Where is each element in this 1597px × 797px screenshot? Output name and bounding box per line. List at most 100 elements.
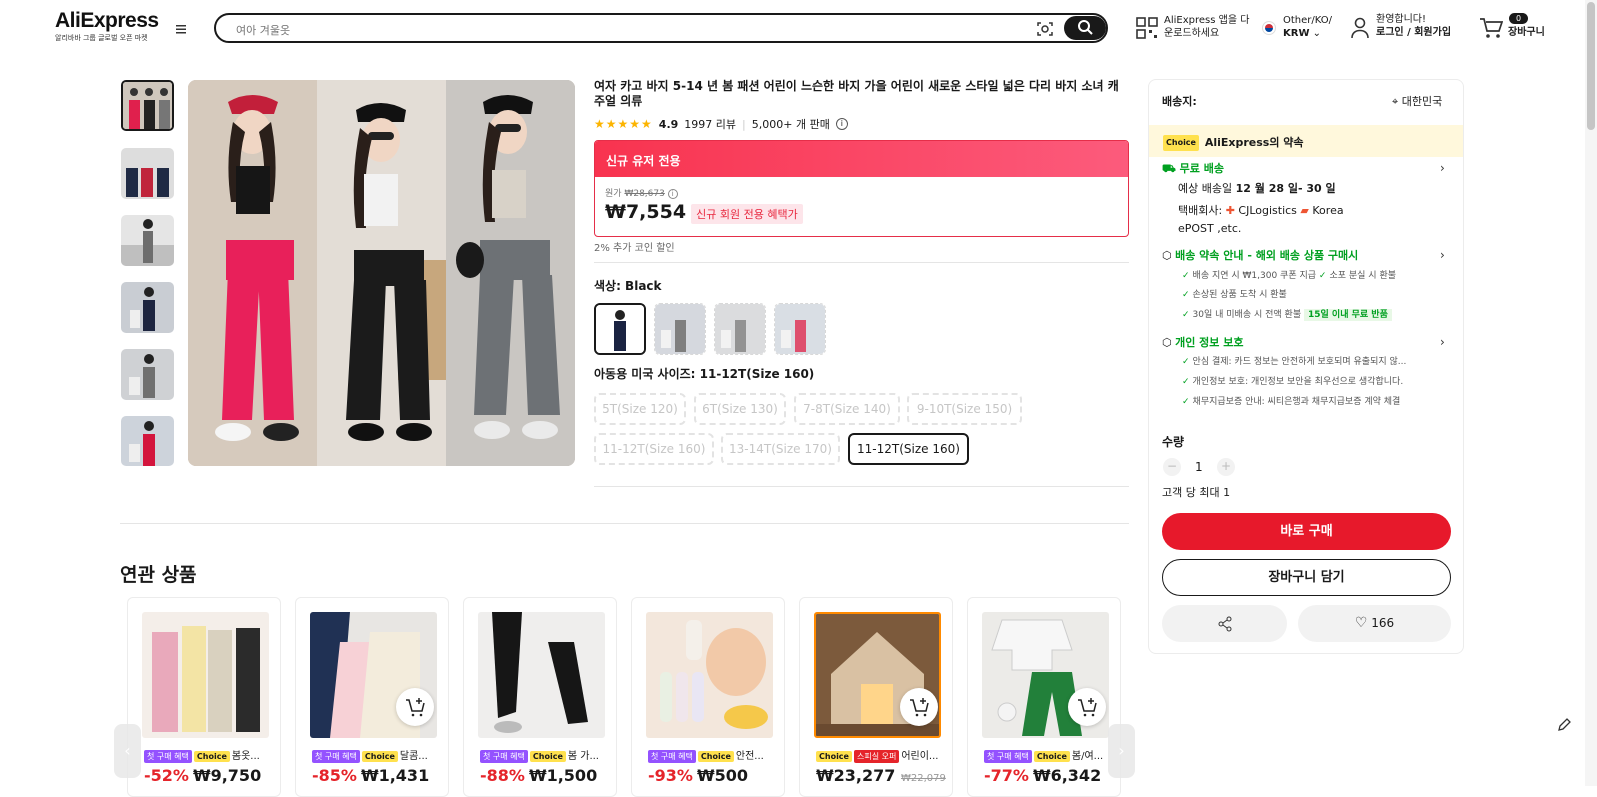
delivery-guarantee-row[interactable]: ⬡ 배송 약속 안내 - 해외 배송 상품 구매시 (1162, 249, 1358, 263)
chevron-right-icon[interactable]: › (1440, 161, 1445, 175)
privacy-item: ✓ 개인정보 보호: 개인정보 보안을 최우선으로 생각합니다. (1182, 377, 1404, 387)
ship-to-selector[interactable]: ⌖ 대한민국 (1392, 95, 1442, 109)
rating-value: 4.9 (658, 117, 679, 131)
product-card[interactable]: 첫 구매 혜택 Choice 봄옷... -52% ₩9,750 (127, 597, 281, 797)
product-title: 여자 카고 바지 5-14 년 봄 패션 어린이 느슨한 바지 가을 어린이 새… (594, 79, 1119, 108)
size-option[interactable]: 5T(Size 120) (594, 393, 686, 425)
related-products-title: 연관 상품 (120, 564, 197, 586)
product-card-tags: 첫 구매 혜택 Choice 봄/여... (984, 747, 1120, 763)
color-swatch-gray[interactable] (654, 303, 706, 355)
share-button[interactable] (1162, 605, 1287, 642)
aliexpress-logo[interactable]: AliExpress (55, 9, 159, 33)
user-icon[interactable] (1350, 17, 1370, 39)
product-card[interactable]: 첫 구매 혜택 Choice 안전... -93% ₩500 (631, 597, 785, 797)
buy-now-button[interactable]: 바로 구매 (1162, 513, 1451, 550)
sold-count: 5,000+ 개 판매 (751, 118, 830, 131)
add-to-cart-button[interactable] (396, 688, 434, 726)
promo-header: 신규 유저 전용 (595, 141, 1128, 177)
check-icon: ✓ (1182, 397, 1190, 407)
edit-icon[interactable] (1556, 717, 1572, 733)
main-product-image[interactable] (188, 80, 575, 466)
gallery-thumbnail[interactable] (121, 282, 174, 333)
gallery-thumbnail[interactable] (121, 148, 174, 199)
size-option[interactable]: 9-10T(Size 150) (907, 393, 1022, 425)
product-card[interactable]: 첫 구매 혜택 Choice 봄 가... -88% ₩1,500 (463, 597, 617, 797)
chevron-right-icon[interactable]: › (1440, 248, 1445, 262)
choice-promise: Choice AliExpress의 약속 (1163, 135, 1304, 151)
logo-subtitle: 알리바바 그룹 글로벌 오픈 마켓 (55, 34, 148, 42)
product-card-image[interactable] (478, 612, 605, 738)
color-swatch-gray-2[interactable] (714, 303, 766, 355)
chevron-down-icon: ⌄ (1309, 28, 1322, 39)
size-option-selected[interactable]: 11-12T(Size 160) (848, 433, 969, 465)
add-to-cart-button[interactable] (900, 688, 938, 726)
image-search-icon[interactable] (1035, 19, 1055, 39)
coin-discount-note: 2% 추가 코인 할인 (594, 243, 675, 254)
page-scrollbar[interactable] (1585, 0, 1597, 786)
size-option[interactable]: 11-12T(Size 160) (594, 433, 714, 465)
add-cart-icon (910, 698, 929, 717)
header: AliExpress 알리바바 그룹 글로벌 오픈 마켓 AliExpress … (0, 0, 1597, 58)
product-card-price: -85% ₩1,431 (312, 766, 430, 785)
gallery-thumbnail[interactable] (121, 349, 174, 400)
product-card-tags: 첫 구매 혜택 Choice 달콤... (312, 747, 448, 763)
divider (594, 262, 1129, 263)
region-currency-selector[interactable]: Other/KO/ KRW ⌄ (1283, 14, 1332, 40)
menu-icon[interactable] (174, 22, 188, 36)
privacy-item: ✓ 채무지급보증 안내: 씨티은행과 채무지급보증 계약 체결 (1182, 397, 1401, 407)
quantity-decrease-button[interactable]: − (1163, 458, 1181, 476)
size-option[interactable]: 6T(Size 130) (694, 393, 786, 425)
carousel-prev-button[interactable]: ‹ (114, 724, 141, 778)
free-shipping-row[interactable]: ⛟ 무료 배송 (1162, 162, 1224, 176)
product-card-price: -93% ₩500 (648, 766, 748, 785)
scrollbar-thumb[interactable] (1587, 2, 1595, 130)
add-to-cart-button[interactable]: 장바구니 담기 (1162, 559, 1451, 596)
app-download-link[interactable]: AliExpress 앱을 다 운로드하세요 (1164, 14, 1249, 40)
check-icon: ✓ (1182, 310, 1190, 320)
size-option[interactable]: 13-14T(Size 170) (721, 433, 840, 465)
gallery-thumbnail[interactable] (121, 80, 174, 131)
check-icon: ✓ (1182, 377, 1190, 387)
product-card[interactable]: Choice 스피실 오퍼 어린이... ₩23,277 ₩22,079 (799, 597, 953, 797)
carousel-next-button[interactable]: › (1108, 724, 1135, 778)
qr-code-icon[interactable] (1136, 17, 1158, 39)
add-to-cart-button[interactable] (1068, 688, 1106, 726)
privacy-row[interactable]: ⬡ 개인 정보 보호 (1162, 336, 1244, 350)
quantity-value[interactable]: 1 (1195, 460, 1203, 474)
carrier-logo-icon: ▰ (1300, 204, 1309, 217)
quantity-label: 수량 (1162, 435, 1185, 449)
search-button[interactable] (1064, 16, 1106, 40)
cart-icon[interactable] (1479, 17, 1503, 39)
korea-flag-icon (1262, 21, 1276, 35)
shield-icon: ⬡ (1162, 249, 1176, 262)
carrier-logo-icon: ✚ (1225, 204, 1235, 217)
account-link[interactable]: 환영합니다! 로그인 / 회원가입 (1376, 13, 1451, 39)
guarantee-item: ✓ 손상된 상품 도착 시 환불 (1182, 290, 1287, 300)
divider (120, 523, 1129, 524)
promo-box: 신규 유저 전용 원가 ₩28,673 i ₩7,554 신규 회원 전용 혜택… (594, 140, 1129, 237)
product-card[interactable]: 첫 구매 혜택 Choice 봄/여... -77% ₩6,342 (967, 597, 1121, 797)
review-count-link[interactable]: 1997 리뷰 (684, 116, 736, 132)
info-icon[interactable]: i (835, 118, 848, 130)
cart-label[interactable]: 장바구니 (1508, 26, 1545, 39)
location-pin-icon: ⌖ (1392, 95, 1402, 108)
ship-to-label: 배송지: (1162, 95, 1197, 108)
search-input[interactable] (236, 21, 1016, 39)
gallery-thumbnail[interactable] (121, 215, 174, 266)
quantity-increase-button[interactable]: + (1217, 458, 1235, 476)
rating-stars-icon: ★★★★★ (594, 117, 653, 131)
size-option[interactable]: 7-8T(Size 140) (794, 393, 900, 425)
product-card-price: -77% ₩6,342 (984, 766, 1102, 785)
search-icon (1078, 20, 1093, 35)
product-card-image[interactable] (646, 612, 773, 738)
gallery-thumbnail[interactable] (121, 416, 174, 466)
color-swatch-black[interactable] (594, 303, 646, 355)
check-icon: ✓ (1318, 271, 1327, 281)
wishlist-button[interactable]: ♡ 166 (1298, 605, 1451, 642)
color-swatch-red[interactable] (774, 303, 826, 355)
chevron-right-icon[interactable]: › (1440, 335, 1445, 349)
product-card-image[interactable] (142, 612, 269, 738)
carrier-info-more: ePOST ,etc. (1178, 222, 1242, 235)
info-icon[interactable]: i (667, 189, 678, 199)
product-card[interactable]: 첫 구매 혜택 Choice 달콤... -85% ₩1,431 (295, 597, 449, 797)
